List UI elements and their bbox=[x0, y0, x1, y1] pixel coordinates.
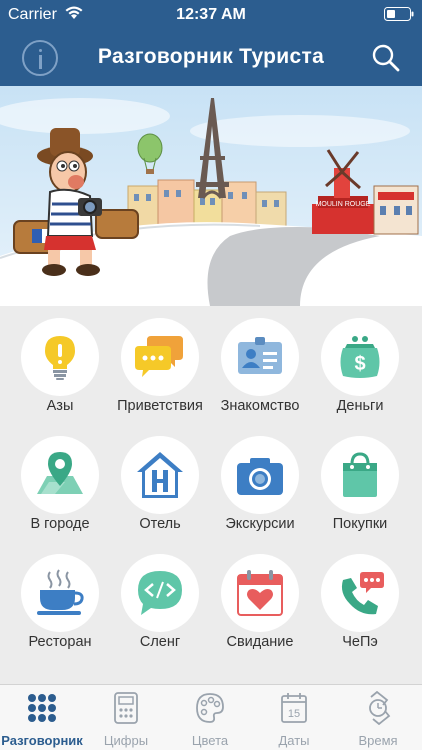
tab-label: Разговорник bbox=[1, 733, 83, 748]
category-icon-circle bbox=[221, 554, 299, 632]
category-money[interactable]: $ Деньги bbox=[310, 306, 410, 416]
calendar-icon: 15 bbox=[281, 693, 307, 723]
phone-alert-icon bbox=[341, 572, 384, 615]
calendar-heart-icon bbox=[237, 570, 283, 616]
tab-numbers[interactable]: Цифры bbox=[84, 685, 168, 750]
category-label: Свидание bbox=[226, 634, 294, 650]
category-label: В городе bbox=[30, 516, 90, 532]
category-icon-circle bbox=[21, 436, 99, 514]
purse-icon: $ bbox=[340, 336, 380, 378]
category-label: Экскурсии bbox=[225, 516, 295, 532]
watch-icon bbox=[369, 691, 391, 725]
category-icon-circle bbox=[221, 318, 299, 396]
shopping-bag-icon bbox=[343, 452, 377, 497]
tab-colors[interactable]: Цвета bbox=[168, 685, 252, 750]
category-icon-circle: $ bbox=[321, 318, 399, 396]
category-hotel[interactable]: Отель bbox=[110, 424, 210, 534]
category-icon-circle bbox=[321, 436, 399, 514]
category-label: Деньги bbox=[336, 398, 384, 414]
category-emergency[interactable]: ЧеПэ bbox=[310, 542, 410, 652]
tab-time[interactable]: Время bbox=[336, 685, 420, 750]
battery-icon bbox=[384, 7, 414, 21]
category-icon-circle bbox=[121, 554, 199, 632]
category-label: ЧеПэ bbox=[342, 634, 378, 650]
category-label: Покупки bbox=[332, 516, 388, 532]
tab-label: Даты bbox=[278, 733, 310, 748]
grid-dots-icon bbox=[28, 694, 56, 722]
tab-label: Время bbox=[358, 733, 398, 748]
page-title: Разговорник Туриста bbox=[97, 45, 325, 68]
category-label: Ресторан bbox=[28, 634, 92, 650]
category-icon-circle bbox=[121, 436, 199, 514]
tab-dates[interactable]: 15 Даты bbox=[252, 685, 336, 750]
category-in-city[interactable]: В городе bbox=[10, 424, 110, 534]
camera-icon bbox=[237, 458, 283, 495]
category-excursions[interactable]: Экскурсии bbox=[210, 424, 310, 534]
category-introductions[interactable]: Знакомство bbox=[210, 306, 310, 416]
category-restaurant[interactable]: Ресторан bbox=[10, 542, 110, 652]
search-icon[interactable] bbox=[370, 42, 402, 74]
chat-bubbles-icon bbox=[135, 336, 183, 377]
category-greetings[interactable]: Приветствия bbox=[110, 306, 210, 416]
coffee-cup-icon bbox=[37, 569, 84, 615]
category-label: Сленг bbox=[139, 634, 181, 650]
map-pin-icon bbox=[37, 452, 83, 494]
category-grid: Азы Приветствия Знакомство $ Деньги В го… bbox=[0, 306, 422, 684]
category-shopping[interactable]: Покупки bbox=[310, 424, 410, 534]
clock: 12:37 AM bbox=[176, 6, 246, 23]
tab-label: Цвета bbox=[191, 733, 229, 748]
tab-phrasebook[interactable]: Разговорник bbox=[0, 685, 84, 750]
calculator-icon bbox=[114, 692, 138, 724]
category-label: Отель bbox=[139, 516, 181, 532]
category-slang[interactable]: Сленг bbox=[110, 542, 210, 652]
category-label: Приветствия bbox=[117, 398, 203, 414]
palette-icon bbox=[196, 693, 224, 723]
category-label: Знакомство bbox=[220, 398, 300, 414]
tab-bar: Разговорник Цифры Цвета 15 Даты Время bbox=[0, 684, 422, 750]
svg-text:$: $ bbox=[354, 353, 365, 375]
lightbulb-icon bbox=[45, 336, 75, 380]
tab-label: Цифры bbox=[103, 733, 149, 748]
paris-scene: MOULIN ROUGE bbox=[0, 86, 422, 306]
status-bar: Carrier 12:37 AM bbox=[0, 0, 422, 30]
category-label: Азы bbox=[46, 398, 74, 414]
hero-illustration: MOULIN ROUGE bbox=[0, 86, 422, 306]
hotel-icon bbox=[137, 452, 183, 498]
category-date[interactable]: Свидание bbox=[210, 542, 310, 652]
id-card-icon bbox=[238, 337, 282, 374]
navigation-bar: Разговорник Туриста bbox=[0, 30, 422, 86]
category-icon-circle bbox=[321, 554, 399, 632]
category-icon-circle bbox=[121, 318, 199, 396]
category-icon-circle bbox=[21, 554, 99, 632]
category-icon-circle bbox=[21, 318, 99, 396]
category-icon-circle bbox=[221, 436, 299, 514]
calendar-day-number: 15 bbox=[288, 708, 300, 720]
category-azy[interactable]: Азы bbox=[10, 306, 110, 416]
speech-code-icon bbox=[138, 571, 182, 615]
moulin-rouge-sign: MOULIN ROUGE bbox=[316, 201, 371, 208]
info-icon[interactable] bbox=[22, 40, 58, 76]
